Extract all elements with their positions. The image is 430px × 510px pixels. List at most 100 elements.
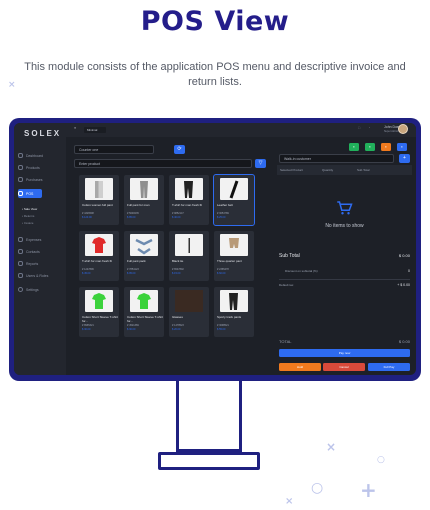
product-card[interactable]: Sporty track pants # 3698521 $ 55.00	[214, 287, 254, 337]
decor-x-2: ×	[285, 496, 294, 507]
product-price: $ 30.00	[127, 328, 136, 331]
product-name: Sporty track pants	[217, 315, 242, 319]
counter-select[interactable]: Counter one	[74, 145, 154, 154]
heading-title: POS View	[140, 6, 290, 37]
calculator-icon: ▪	[401, 144, 403, 149]
sidebar-item-label: Contacts	[26, 249, 40, 254]
sidebar-item-expenses[interactable]: Expenses	[18, 235, 64, 244]
product-image	[220, 234, 248, 256]
bell-icon[interactable]: ◔	[368, 126, 370, 130]
product-card[interactable]: Three quarter pant # 2365478 $ 60.00	[214, 231, 254, 281]
sidebar-subitem-sale-view[interactable]: • Sale View	[22, 207, 37, 211]
product-price: $ 40.00	[172, 216, 181, 219]
product-card[interactable]: T-shirt for man fresh fit # 9852147 $ 40.0…	[169, 175, 209, 225]
product-price: $ 20.00	[172, 328, 181, 331]
product-card[interactable]: Leather belt # 3654789 $ 25.00	[213, 174, 255, 226]
product-card[interactable]: Cotton Short Sleeve T-shirt for... # 8965…	[79, 287, 119, 337]
product-sku: # 8965321	[82, 324, 94, 327]
product-card[interactable]: Full pant for man # 5648235 $ 85.00	[124, 175, 164, 225]
sidebar-item-users[interactable]: Users & Roles	[18, 271, 64, 280]
expense-icon	[18, 237, 23, 242]
filter-icon: ▽	[258, 160, 263, 166]
fullscreen-icon[interactable]: □	[358, 126, 360, 130]
user-name[interactable]: John Doe	[384, 125, 399, 129]
product-image	[85, 290, 113, 312]
pos-icon	[18, 191, 23, 196]
dashboard-icon	[18, 153, 23, 158]
product-name: Glasses	[172, 315, 183, 319]
monitor-neck	[176, 380, 242, 452]
customer-select[interactable]: Walk-in customer	[279, 154, 394, 163]
cancel-button[interactable]: Cancel	[323, 363, 365, 371]
product-image	[175, 290, 203, 312]
product-card[interactable]: Full pant pack # 7854123 $ 95.00	[124, 231, 164, 281]
sidebar-item-purchases[interactable]: Purchases	[18, 175, 64, 184]
product-name: Leather belt	[217, 203, 233, 207]
hold-list-button[interactable]: ▪	[381, 143, 391, 151]
add-customer-button[interactable]: +	[399, 154, 410, 163]
sidebar-subitem-returns[interactable]: • Returns	[22, 214, 34, 218]
product-search-input[interactable]: Enter product	[74, 159, 252, 168]
sidebar-item-dashboard[interactable]: Dashboard	[18, 151, 64, 160]
product-name: T-shirt for man fresh fit	[82, 259, 113, 263]
sidebar-item-label: POS	[26, 191, 34, 196]
product-card[interactable]: Glasses # 1478523 $ 20.00	[169, 287, 209, 337]
product-sku: # 3654789	[217, 212, 229, 215]
product-name: Black tie	[172, 259, 184, 263]
product-price: $ 15.00	[172, 272, 181, 275]
sidebar-item-label: Users & Roles	[26, 273, 49, 278]
discount-value[interactable]: 0	[408, 269, 410, 273]
sidebar-item-reports[interactable]: Reports	[18, 259, 64, 268]
subitem-label: Sale View	[23, 207, 38, 211]
sidebar-item-label: Expenses	[26, 237, 42, 242]
sidebar: SOLEX Dashboard Products Purchases POS •…	[14, 123, 66, 375]
product-sku: # 6547892	[172, 268, 184, 271]
product-price: $ 95.00	[127, 272, 136, 275]
product-card[interactable]: Cotton Short Sleeve T-shirt for... # 4521…	[124, 287, 164, 337]
report-icon	[18, 261, 23, 266]
menu-icon[interactable]: ≡	[74, 126, 76, 130]
add-user-icon: +	[403, 155, 406, 161]
avatar[interactable]	[398, 124, 408, 134]
filter-button[interactable]: ▽	[255, 159, 266, 168]
sidebar-item-label: Dashboard	[26, 153, 44, 158]
product-price: $ 25.00	[217, 216, 226, 219]
product-sku: # 1247896	[82, 268, 94, 271]
product-card[interactable]: Cotton women full pant # 4326598 $ 120.00	[79, 175, 119, 225]
sidebar-item-settings[interactable]: Settings	[18, 285, 64, 294]
product-card[interactable]: Black tie # 6547892 $ 15.00	[169, 231, 209, 281]
sidebar-item-products[interactable]: Products	[18, 163, 64, 172]
pay-now-button[interactable]: Pay now	[279, 349, 410, 357]
hold-button[interactable]: Hold	[279, 363, 321, 371]
product-image	[220, 178, 248, 200]
product-price: $ 45.00	[82, 272, 91, 275]
sidebar-item-contacts[interactable]: Contacts	[18, 247, 64, 256]
users-icon	[18, 273, 23, 278]
full-pay-button[interactable]: Full Pay	[368, 363, 410, 371]
gear-icon	[18, 287, 23, 292]
product-card[interactable]: T-shirt for man fresh fit # 1247896 $ 45.0…	[79, 231, 119, 281]
discount-label[interactable]: Discount on subtotal (%)	[285, 269, 318, 273]
add-button[interactable]: ▪	[349, 143, 359, 151]
monitor-base	[158, 452, 260, 470]
store-select[interactable]: Minimal	[84, 127, 106, 133]
app-screen: SOLEX Dashboard Products Purchases POS •…	[14, 123, 416, 375]
product-sku: # 3698521	[217, 324, 229, 327]
cart-icon	[335, 199, 353, 217]
product-image	[175, 178, 203, 200]
counter-refresh-button[interactable]: ⟳	[174, 145, 185, 154]
product-name: T-shirt for man fresh fit	[172, 203, 203, 207]
decor-x-1: ×	[326, 440, 337, 454]
subtotal-value: $ 0.00	[398, 253, 410, 258]
divider	[279, 279, 410, 280]
scan-button[interactable]: ▪	[365, 143, 375, 151]
monitor: SOLEX Dashboard Products Purchases POS •…	[9, 118, 421, 381]
product-name: Three quarter pant	[217, 259, 242, 263]
calculator-button[interactable]: ▪	[397, 143, 407, 151]
list-icon: ▪	[385, 144, 387, 149]
product-name: Cotton Short Sleeve T-shirt for...	[127, 315, 163, 323]
sidebar-subitem-invoice[interactable]: • Invoice	[22, 221, 33, 225]
sidebar-item-pos[interactable]: POS	[18, 189, 42, 198]
refresh-icon: ⟳	[177, 146, 182, 152]
product-name: Cotton women full pant	[82, 203, 113, 207]
